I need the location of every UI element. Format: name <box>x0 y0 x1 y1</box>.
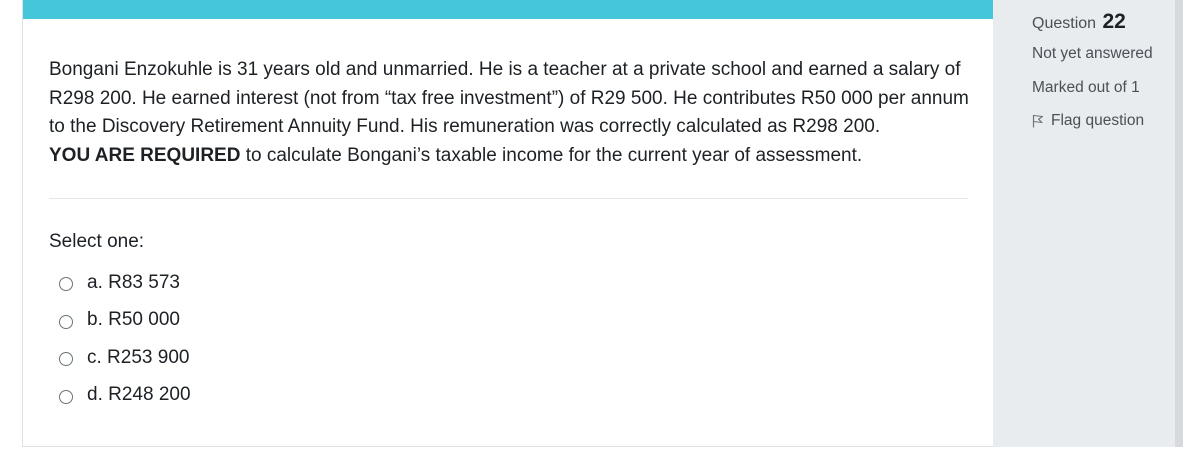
radio-button[interactable] <box>59 277 73 292</box>
answer-list: a. R83 573 b. R50 000 c. R253 900 d. R24… <box>59 264 191 414</box>
answer-status: Not yet answered <box>1032 45 1153 62</box>
question-number-heading: Question 22 <box>1032 10 1126 34</box>
question-instruction: to calculate Bongani’s taxable income fo… <box>240 144 863 166</box>
radio-button[interactable] <box>59 314 73 329</box>
answer-option-a[interactable]: a. R83 573 <box>59 264 191 302</box>
flag-question-label[interactable]: Flag question <box>1051 112 1144 130</box>
flag-outline-icon[interactable] <box>1032 114 1044 128</box>
select-one-prompt: Select one: <box>49 231 145 252</box>
question-card: Bongani Enzokuhle is 31 years old and un… <box>22 0 994 447</box>
answer-label[interactable]: b. R50 000 <box>87 309 180 331</box>
question-label: Question <box>1032 15 1097 32</box>
flag-question-link[interactable]: Flag question <box>1032 112 1144 130</box>
answer-option-c[interactable]: c. R253 900 <box>59 339 191 377</box>
scrollbar-edge <box>1175 0 1183 447</box>
question-text: Bongani Enzokuhle is 31 years old and un… <box>49 56 979 170</box>
radio-button[interactable] <box>59 389 73 404</box>
answer-label[interactable]: d. R248 200 <box>87 384 191 406</box>
quiz-page: Bongani Enzokuhle is 31 years old and un… <box>0 0 1200 455</box>
question-body: Bongani Enzokuhle is 31 years old and un… <box>49 59 969 137</box>
answer-option-b[interactable]: b. R50 000 <box>59 302 191 340</box>
radio-button[interactable] <box>59 352 73 367</box>
question-required-label: YOU ARE REQUIRED <box>49 144 241 166</box>
question-info-panel: Question 22 Not yet answered Marked out … <box>993 0 1175 447</box>
answer-option-d[interactable]: d. R248 200 <box>59 377 191 415</box>
answer-label[interactable]: c. R253 900 <box>87 347 189 369</box>
answer-label[interactable]: a. R83 573 <box>87 272 180 294</box>
question-number: 22 <box>1102 10 1126 33</box>
marks-info: Marked out of 1 <box>1032 79 1140 96</box>
accent-bar <box>23 0 994 19</box>
divider <box>49 198 968 199</box>
